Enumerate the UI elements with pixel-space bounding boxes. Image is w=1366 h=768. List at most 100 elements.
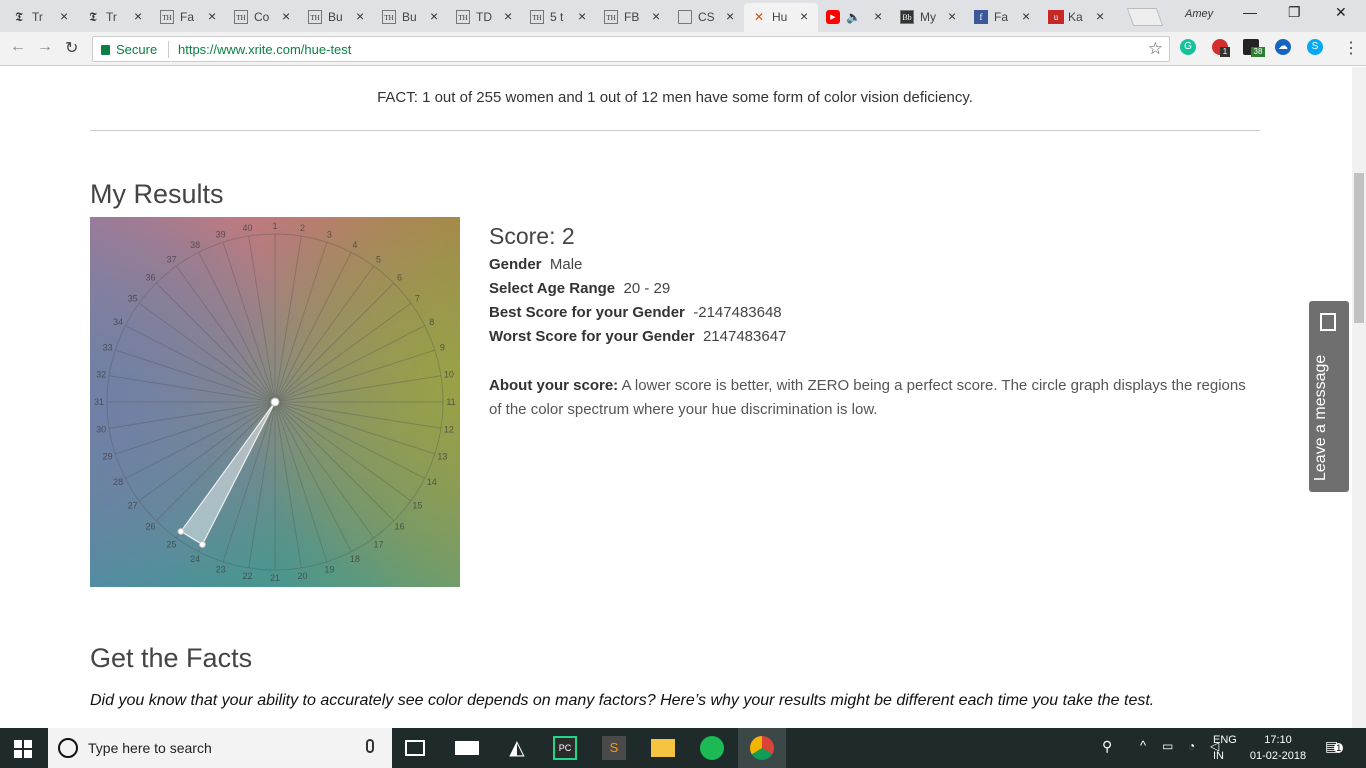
- wheel-spoke-label: 17: [373, 539, 383, 549]
- battery-icon[interactable]: ▭: [1162, 739, 1173, 753]
- scroll-thumb[interactable]: [1354, 173, 1364, 323]
- url-text[interactable]: https://www.xrite.com/hue-test: [178, 42, 351, 57]
- sublime-icon[interactable]: S: [602, 736, 626, 760]
- taskbar: Type here to search ◭ PC S ⚲ ^ ▭ ◔ ◁ ENG…: [0, 728, 1366, 768]
- close-tab-icon[interactable]: ×: [1022, 8, 1030, 24]
- browser-tab[interactable]: TH Fa ×: [152, 3, 226, 32]
- wheel-spoke-label: 3: [327, 230, 332, 240]
- tab-title: Tr: [106, 10, 117, 24]
- best-score-value: -2147483648: [693, 304, 782, 321]
- clock[interactable]: 17:10 01-02-2018: [1248, 732, 1308, 764]
- wheel-spoke-label: 28: [113, 477, 123, 487]
- close-tab-icon[interactable]: ×: [652, 8, 660, 24]
- browser-tab[interactable]: TH TD ×: [448, 3, 522, 32]
- wheel-spoke-label: 30: [96, 425, 106, 435]
- close-tab-icon[interactable]: ×: [60, 8, 68, 24]
- leave-message-button[interactable]: Leave a message: [1309, 301, 1349, 492]
- tab-favicon-icon: u: [1048, 10, 1064, 24]
- tab-title: CS: [698, 10, 715, 24]
- bookmark-star-icon[interactable]: ☆: [1148, 39, 1163, 59]
- secure-indicator[interactable]: Secure: [101, 42, 157, 57]
- extension-dark-icon[interactable]: 38: [1243, 39, 1265, 57]
- wheel-spoke-label: 23: [216, 564, 226, 574]
- close-tab-icon[interactable]: ×: [356, 8, 364, 24]
- grammarly-icon[interactable]: G: [1180, 39, 1196, 55]
- action-center-icon[interactable]: ▤1: [1325, 738, 1344, 755]
- tab-title: Ka: [1068, 10, 1083, 24]
- browser-tab[interactable]: ▶ 🔈 ×: [818, 3, 892, 32]
- address-bar[interactable]: Secure https://www.xrite.com/hue-test ☆: [92, 36, 1170, 62]
- close-tab-icon[interactable]: ×: [430, 8, 438, 24]
- tab-title: Co: [254, 10, 270, 24]
- score-value: Score: 2: [489, 223, 575, 249]
- taskbar-search[interactable]: Type here to search: [48, 728, 392, 768]
- best-score-row: Best Score for your Gender -2147483648: [489, 304, 782, 321]
- browser-tab[interactable]: TH Bu ×: [300, 3, 374, 32]
- tab-favicon-icon: TH: [234, 10, 248, 24]
- browser-tab[interactable]: TH Co ×: [226, 3, 300, 32]
- browser-tab[interactable]: TH FB ×: [596, 3, 670, 32]
- extension-red-icon[interactable]: 1: [1212, 39, 1230, 57]
- tab-favicon-icon: [678, 10, 692, 24]
- wheel-spoke-label: 34: [113, 317, 123, 327]
- browser-tab[interactable]: u Ka ×: [1040, 3, 1114, 32]
- tab-title: Hu: [772, 10, 788, 24]
- close-tab-icon[interactable]: ×: [726, 8, 734, 24]
- task-view-icon[interactable]: [405, 740, 425, 756]
- gender-value: Male: [549, 256, 583, 273]
- tab-title: Bu: [402, 10, 417, 24]
- reload-icon[interactable]: ↻: [65, 38, 78, 58]
- browser-tab[interactable]: TH Bu ×: [374, 3, 448, 32]
- browser-tab[interactable]: 𝕿 Tr ×: [4, 3, 78, 32]
- profile-name[interactable]: Amey: [1185, 8, 1213, 20]
- worst-score-value: 2147483647: [702, 328, 787, 345]
- close-tab-icon[interactable]: ×: [874, 8, 882, 24]
- chrome-taskbar-active[interactable]: [738, 728, 786, 768]
- skype-icon[interactable]: S: [1307, 39, 1323, 55]
- browser-tab[interactable]: TH 5 t ×: [522, 3, 596, 32]
- wifi-icon[interactable]: ◔: [1188, 739, 1195, 753]
- fact-text: FACT: 1 out of 255 women and 1 out of 12…: [377, 89, 973, 106]
- browser-tab[interactable]: f Fa ×: [966, 3, 1040, 32]
- close-tab-icon[interactable]: ×: [948, 8, 956, 24]
- menu-icon[interactable]: ⋮: [1343, 38, 1359, 58]
- close-window-icon[interactable]: ✕: [1335, 4, 1347, 21]
- language-indicator[interactable]: ENG IN: [1213, 732, 1237, 764]
- close-tab-icon[interactable]: ×: [1096, 8, 1104, 24]
- wheel-spoke-label: 8: [429, 317, 434, 327]
- close-tab-icon[interactable]: ×: [208, 8, 216, 24]
- worst-score-row: Worst Score for your Gender 2147483647: [489, 328, 786, 345]
- pycharm-icon[interactable]: PC: [553, 736, 577, 760]
- back-icon[interactable]: ←: [10, 38, 26, 56]
- windows-start-icon[interactable]: [14, 740, 32, 758]
- close-tab-icon[interactable]: ×: [504, 8, 512, 24]
- wheel-spoke-label: 13: [437, 451, 447, 461]
- forward-icon[interactable]: →: [37, 38, 53, 56]
- close-tab-icon[interactable]: ×: [578, 8, 586, 24]
- wheel-spoke-label: 40: [242, 223, 252, 233]
- browser-tab[interactable]: Bb My ×: [892, 3, 966, 32]
- close-tab-icon[interactable]: ×: [282, 8, 290, 24]
- minimize-icon[interactable]: —: [1243, 4, 1257, 20]
- mail-icon[interactable]: [455, 741, 479, 755]
- browser-tab[interactable]: CS ×: [670, 3, 744, 32]
- close-tab-icon[interactable]: ×: [134, 8, 142, 24]
- browser-tab[interactable]: ✕ Hu ×: [744, 3, 818, 32]
- chrome-icon: [750, 736, 774, 760]
- leave-message-label: Leave a message: [1312, 354, 1329, 481]
- microphone-icon[interactable]: [366, 739, 374, 753]
- close-tab-icon[interactable]: ×: [800, 8, 808, 24]
- tray-chevron-icon[interactable]: ^: [1140, 738, 1146, 753]
- tab-title: Fa: [180, 10, 195, 24]
- file-explorer-icon[interactable]: [651, 739, 675, 757]
- browser-tab[interactable]: 𝕿 Tr ×: [78, 3, 152, 32]
- new-tab-button[interactable]: [1126, 8, 1164, 26]
- restore-icon[interactable]: ❐: [1288, 4, 1301, 21]
- cloud-extension-icon[interactable]: ☁: [1275, 39, 1291, 55]
- page-scrollbar[interactable]: [1352, 67, 1366, 728]
- tab-audio-icon[interactable]: 🔈: [846, 10, 866, 24]
- people-icon[interactable]: ⚲: [1102, 738, 1112, 755]
- unity-icon[interactable]: ◭: [505, 736, 529, 760]
- spotify-icon[interactable]: [700, 736, 724, 760]
- age-row: Select Age Range 20 - 29: [489, 280, 670, 297]
